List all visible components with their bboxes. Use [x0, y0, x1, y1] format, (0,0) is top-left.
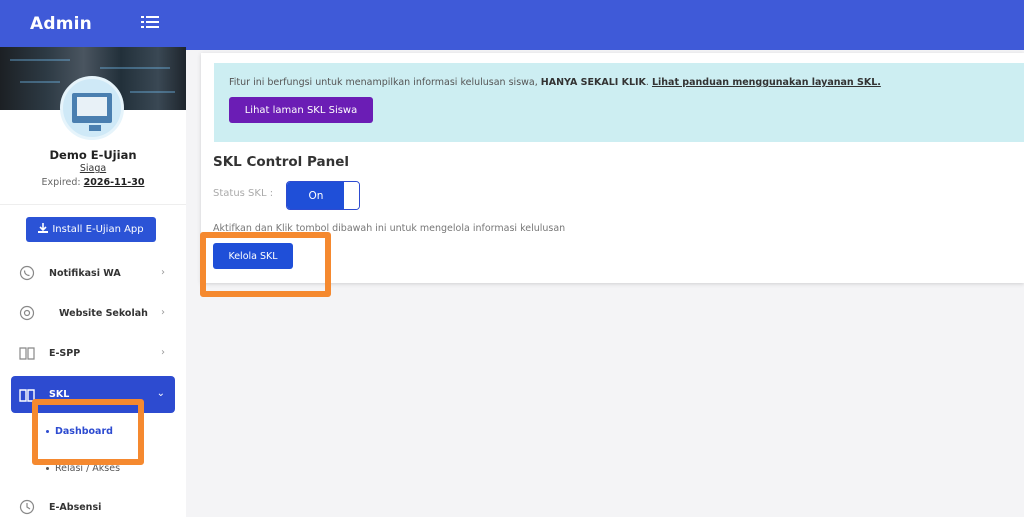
chrome-icon	[19, 305, 35, 321]
sidebar-item-label: Notifikasi WA	[49, 267, 121, 279]
expired-label: Expired:	[41, 177, 81, 188]
book-icon	[19, 345, 35, 361]
divider	[0, 204, 186, 205]
download-icon	[38, 223, 49, 236]
info-alert: Fitur ini berfungsi untuk menampilkan in…	[214, 63, 1024, 142]
info-emphasis: HANYA SEKALI KLIK	[540, 77, 646, 88]
sidebar-item-notifikasi-wa[interactable]: Notifikasi WA ›	[11, 256, 175, 290]
sidebar-item-label: SKL	[49, 389, 70, 400]
chevron-right-icon: ›	[161, 307, 165, 318]
sidebar-item-label: Website Sekolah	[59, 307, 148, 319]
sidebar: Admin Demo E-Ujian Siaga Expired: 2026-1…	[0, 0, 186, 517]
sidebar-item-e-spp[interactable]: E-SPP ›	[11, 336, 175, 370]
top-header-bar	[186, 0, 1024, 50]
clock-icon	[19, 499, 35, 515]
sidebar-item-e-absensi[interactable]: E-Absensi	[11, 490, 175, 517]
profile-level-link[interactable]: Siaga	[0, 163, 186, 174]
chevron-right-icon: ›	[161, 267, 165, 278]
sidebar-item-skl[interactable]: SKL ⌄	[11, 376, 175, 413]
status-toggle[interactable]: On	[286, 181, 360, 210]
profile-name: Demo E-Ujian	[49, 148, 137, 162]
subitem-label: Dashboard	[55, 426, 113, 437]
bullet-icon	[46, 430, 49, 433]
install-app-button[interactable]: Install E-Ujian App	[26, 217, 156, 242]
profile-expired: Expired: 2026-11-30	[0, 177, 186, 188]
sidebar-subitem-dashboard[interactable]: Dashboard	[46, 426, 113, 437]
expired-date: 2026-11-30	[83, 177, 145, 188]
toggle-knob	[344, 182, 359, 209]
guide-link[interactable]: Lihat panduan menggunakan layanan SKL.	[652, 77, 881, 88]
toggle-on-label: On	[287, 182, 345, 209]
chevron-right-icon: ›	[161, 347, 165, 358]
skl-card: Fitur ini berfungsi untuk menampilkan in…	[201, 53, 1024, 283]
hint-text: Aktifkan dan Klik tombol dibawah ini unt…	[213, 223, 566, 234]
book-open-icon	[19, 387, 35, 403]
sidebar-header: Admin	[0, 0, 186, 47]
brand-title: Admin	[30, 13, 92, 34]
install-app-label: Install E-Ujian App	[52, 224, 144, 235]
sidebar-item-label: E-Absensi	[49, 501, 102, 513]
sidebar-subitem-relasi-akses[interactable]: Relasi / Akses	[46, 463, 120, 474]
view-student-skl-button[interactable]: Lihat laman SKL Siswa	[229, 97, 373, 123]
avatar	[60, 76, 124, 140]
manage-skl-button[interactable]: Kelola SKL	[213, 243, 293, 269]
whatsapp-icon	[19, 265, 35, 281]
menu-toggle-icon[interactable]	[141, 14, 159, 30]
panel-title: SKL Control Panel	[213, 154, 350, 170]
chevron-down-icon: ⌄	[156, 388, 165, 399]
sidebar-item-website-sekolah[interactable]: Website Sekolah ›	[11, 296, 175, 330]
info-text: Fitur ini berfungsi untuk menampilkan in…	[229, 77, 881, 88]
subitem-label: Relasi / Akses	[55, 463, 121, 474]
info-description: Fitur ini berfungsi untuk menampilkan in…	[229, 77, 541, 88]
bullet-icon	[46, 467, 49, 470]
sidebar-item-label: E-SPP	[49, 347, 81, 359]
status-label: Status SKL :	[213, 188, 274, 199]
